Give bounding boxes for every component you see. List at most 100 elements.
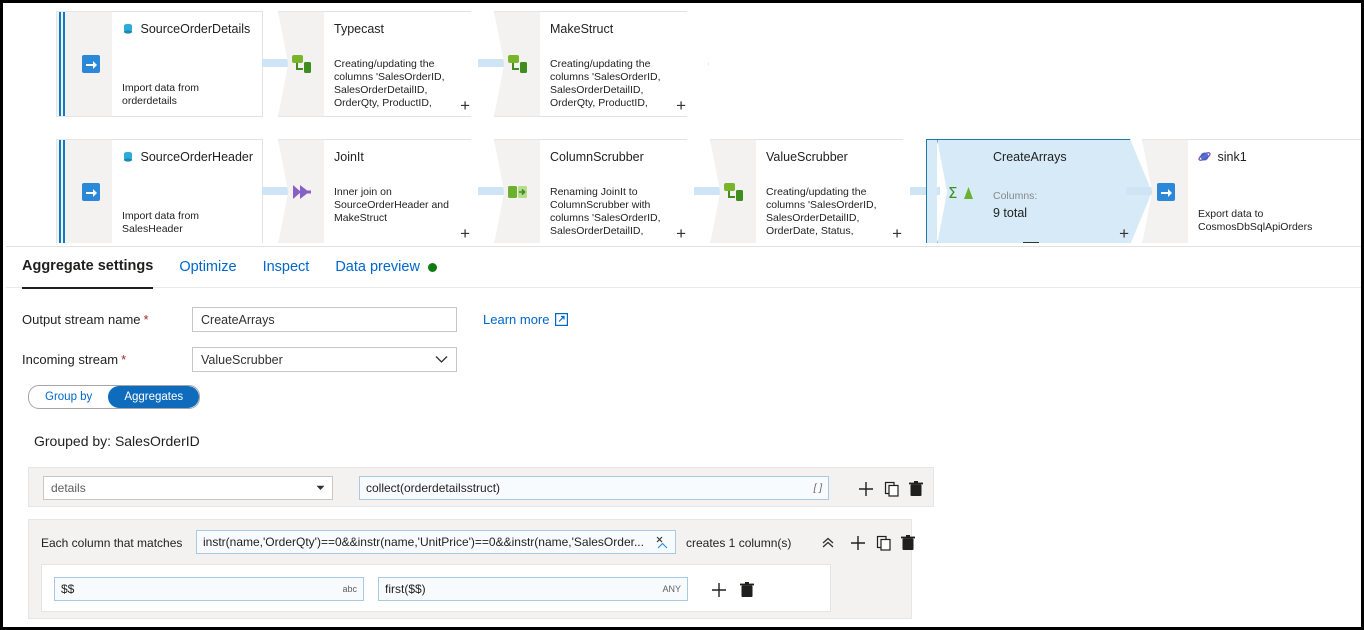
transform-node-valuescrubber[interactable]: ValueScrubber Creating/updating the colu… <box>710 139 925 243</box>
add-transform-button[interactable]: + <box>1119 225 1129 242</box>
add-transform-button[interactable]: + <box>460 225 470 242</box>
columns-label: Columns: <box>993 190 1038 202</box>
toggle-aggregates[interactable]: Aggregates <box>108 386 200 408</box>
pattern-expression-input[interactable]: instr(name,'OrderQty')==0&&instr(name,'U… <box>196 530 676 554</box>
add-aggregate-button[interactable] <box>857 480 875 498</box>
delete-aggregate-button[interactable] <box>907 480 925 498</box>
transform-description: Inner join on SourceOrderHeader and Make… <box>334 186 449 224</box>
columns-value: 9 total <box>993 206 1028 220</box>
transform-node-makestruct[interactable]: MakeStruct Creating/updating the columns… <box>494 11 709 117</box>
output-stream-label-text: Output stream name <box>22 312 141 327</box>
tab-inspect[interactable]: Inspect <box>263 247 310 288</box>
output-stream-input[interactable]: CreateArrays <box>192 307 457 332</box>
learn-more-label: Learn more <box>483 312 550 327</box>
chevron-down-icon <box>316 485 325 491</box>
aggregate-type-hint: [ ] <box>813 482 822 494</box>
transform-node-joinit[interactable]: JoinIt Inner join on SourceOrderHeader a… <box>278 139 493 243</box>
add-pattern-button[interactable] <box>849 534 867 552</box>
transform-node-typecast[interactable]: Typecast Creating/updating the columns '… <box>278 11 493 117</box>
sql-database-icon <box>122 22 137 36</box>
add-transform-button[interactable]: + <box>892 225 902 242</box>
canvas-scroll-indicator[interactable] <box>1023 242 1039 243</box>
tab-label: Optimize <box>179 259 237 275</box>
copy-pattern-button[interactable] <box>875 534 893 552</box>
select-icon <box>494 139 540 243</box>
transform-card-body: ValueScrubber Creating/updating the colu… <box>756 139 925 243</box>
add-transform-button[interactable]: + <box>676 97 686 114</box>
transform-name: ValueScrubber <box>766 150 848 164</box>
aggregate-column-select[interactable]: details <box>43 476 333 500</box>
panel-tabs: Aggregate settings Optimize Inspect Data… <box>6 246 1361 289</box>
join-icon <box>278 139 324 243</box>
tab-data-preview[interactable]: Data preview <box>335 247 437 288</box>
add-transform-button[interactable]: + <box>676 225 686 242</box>
source-name: SourceOrderDetails <box>140 22 251 36</box>
pattern-value-type: ANY <box>662 584 681 594</box>
source-node-sourceorderdetails[interactable]: SourceOrderDetails Import data from orde… <box>56 11 263 117</box>
pattern-value-value: first($$) <box>385 582 426 596</box>
output-stream-label: Output stream name * <box>22 312 192 327</box>
source-description: Import data from orderdetails <box>122 82 200 107</box>
transform-node-columnscrubber[interactable]: ColumnScrubber Renaming JoinIt to Column… <box>494 139 709 243</box>
source-description: Import data from SalesHeader <box>122 210 200 235</box>
add-pattern-mapping-button[interactable] <box>710 581 728 599</box>
aggregate-row: details collect(orderdetailsstruct) [ ] <box>28 467 934 507</box>
incoming-stream-select[interactable]: ValueScrubber <box>192 347 457 372</box>
source-edge-bars <box>56 11 69 117</box>
collapse-pattern-button[interactable] <box>819 534 837 552</box>
sink-card-title: sink1 <box>1198 150 1247 164</box>
tab-label: Inspect <box>262 259 310 275</box>
selected-node-edge <box>926 139 937 243</box>
aggregate-expression-input[interactable]: collect(orderdetailsstruct) [ ] <box>359 476 829 500</box>
source-card-title: SourceOrderDetails <box>122 22 250 36</box>
required-marker: * <box>121 352 127 367</box>
settings-panel: Aggregate settings Optimize Inspect Data… <box>6 246 1361 627</box>
pattern-name-type: abc <box>342 584 357 594</box>
derived-column-icon <box>710 139 756 243</box>
transform-card-body: JoinIt Inner join on SourceOrderHeader a… <box>324 139 493 243</box>
transform-name: CreateArrays <box>993 150 1067 164</box>
source-import-icon <box>69 139 112 243</box>
tab-optimize[interactable]: Optimize <box>179 247 236 288</box>
derived-column-icon <box>278 11 324 117</box>
copy-aggregate-button[interactable] <box>883 480 901 498</box>
pattern-expression-value: instr(name,'OrderQty')==0&&instr(name,'U… <box>203 535 644 549</box>
sink-name: sink1 <box>1217 150 1247 164</box>
tab-aggregate-settings[interactable]: Aggregate settings <box>22 246 154 289</box>
incoming-stream-label-text: Incoming stream <box>22 352 119 367</box>
sink-node-sink1[interactable]: sink1 Export data to CosmosDbSqlApiOrder… <box>1142 139 1361 243</box>
transform-card-body: MakeStruct Creating/updating the columns… <box>540 11 709 117</box>
derived-column-icon <box>494 11 540 117</box>
expression-builder-icon[interactable] <box>656 536 669 549</box>
tab-label: Aggregate settings <box>22 258 154 274</box>
aggregate-icon: Σ <box>937 139 983 243</box>
sql-database-icon <box>122 150 137 164</box>
transform-name: Typecast <box>334 22 385 36</box>
pattern-name-value: $$ <box>61 582 75 596</box>
data-flow-canvas[interactable]: SourceOrderDetails Import data from orde… <box>6 6 1361 243</box>
tab-label: Data preview <box>335 259 420 275</box>
svg-text:Σ: Σ <box>948 184 957 202</box>
incoming-stream-label: Incoming stream * <box>22 352 192 367</box>
source-node-sourceorderheader[interactable]: SourceOrderHeader Import data from Sales… <box>56 139 263 243</box>
pattern-inner-row: $$ abc first($$) ANY <box>41 564 831 612</box>
transform-name: ColumnScrubber <box>550 150 644 164</box>
transform-card-body: ColumnScrubber Renaming JoinIt to Column… <box>540 139 709 243</box>
incoming-stream-value: ValueScrubber <box>201 352 283 367</box>
pattern-value-input[interactable]: first($$) ANY <box>378 577 688 601</box>
aggregate-expression-value: collect(orderdetailsstruct) <box>366 481 501 495</box>
transform-node-createarrays[interactable]: Σ CreateArrays Columns: 9 total + <box>926 139 1152 243</box>
delete-pattern-button[interactable] <box>899 534 917 552</box>
pattern-name-input[interactable]: $$ abc <box>54 577 364 601</box>
transform-name: MakeStruct <box>550 22 614 36</box>
output-stream-row: Output stream name * CreateArrays Learn m… <box>22 307 569 332</box>
transform-name: JoinIt <box>334 150 364 164</box>
column-pattern-row: Each column that matches instr(name,'Ord… <box>28 519 915 619</box>
delete-pattern-mapping-button[interactable] <box>738 581 756 599</box>
sink-export-icon <box>1142 139 1188 243</box>
add-transform-button[interactable]: + <box>460 97 470 114</box>
learn-more-link[interactable]: Learn more <box>483 312 569 327</box>
source-name: SourceOrderHeader <box>140 150 254 164</box>
toggle-group-by[interactable]: Group by <box>29 386 108 408</box>
source-edge-bars <box>56 139 69 243</box>
